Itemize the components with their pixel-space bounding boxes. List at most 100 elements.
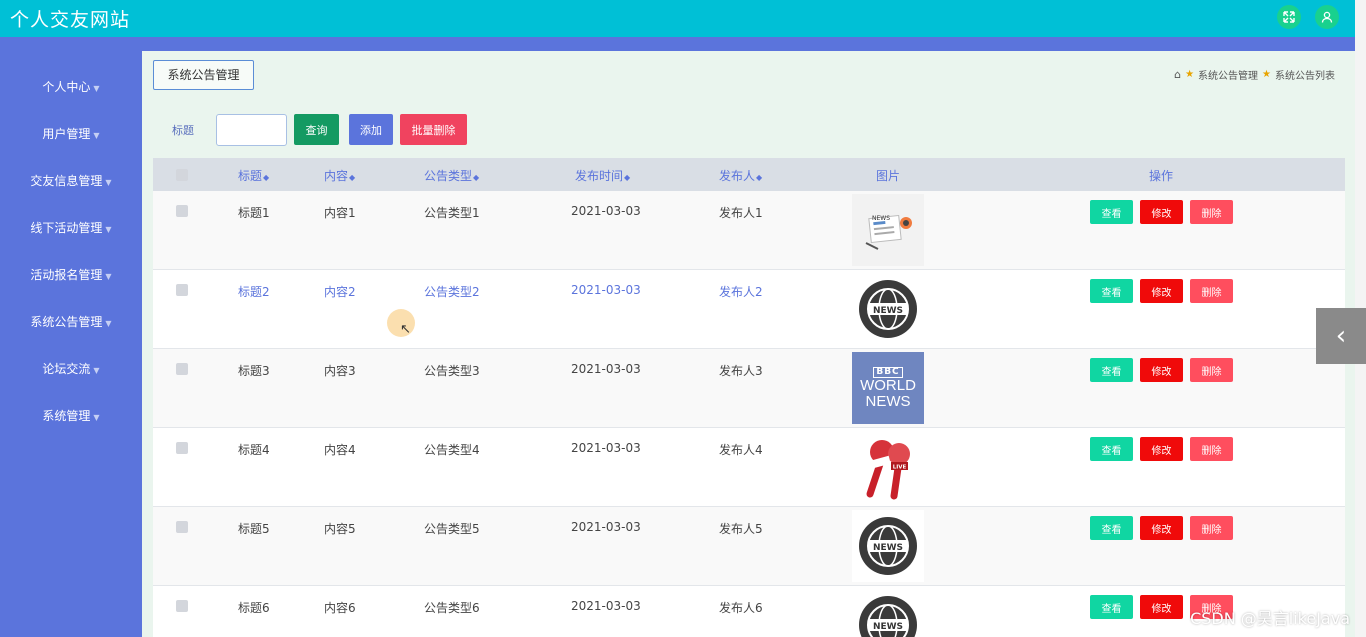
cell-publisher: 发布人1 (719, 206, 763, 220)
cell-content: 内容3 (324, 364, 356, 378)
view-button[interactable]: 查看 (1090, 200, 1133, 224)
sidebar-item-dating-info[interactable]: 交友信息管理 ▼ (0, 170, 142, 192)
delete-button[interactable]: 删除 (1190, 200, 1233, 224)
logo-text: WORLD (860, 376, 916, 394)
sidebar-item-offline-activities[interactable]: 线下活动管理 ▼ (0, 217, 142, 239)
news-text: NEWS (873, 543, 903, 553)
caret-down-icon: ▼ (105, 225, 112, 234)
edit-button[interactable]: 修改 (1140, 358, 1183, 382)
edit-button[interactable]: 修改 (1140, 200, 1183, 224)
cell-type: 公告类型4 (424, 443, 480, 457)
row-checkbox[interactable] (176, 600, 188, 612)
edit-button[interactable]: 修改 (1140, 595, 1183, 619)
column-header-content[interactable]: 内容◆ (324, 167, 355, 184)
cell-time: 2021-03-03 (571, 520, 641, 534)
star-icon: ★ (1185, 69, 1195, 80)
delete-button[interactable]: 删除 (1190, 437, 1233, 461)
sidebar-item-label: 线下活动管理 (30, 221, 103, 235)
cell-publisher: 发布人2 (719, 285, 763, 299)
column-label: 发布人 (719, 169, 756, 183)
table-row: 标题3 内容3 公告类型3 2021-03-03 发布人3 BBC WORLD … (153, 349, 1345, 428)
column-header-title[interactable]: 标题◆ (238, 167, 269, 184)
view-button[interactable]: 查看 (1090, 437, 1133, 461)
star-icon: ★ (1262, 69, 1271, 80)
sidebar-item-forum[interactable]: 论坛交流 ▼ (0, 358, 142, 380)
cell-type: 公告类型6 (424, 601, 480, 615)
caret-down-icon: ▼ (105, 272, 112, 281)
bulk-delete-button[interactable]: 批量删除 (400, 114, 467, 145)
microphone-icon: LIVE (852, 431, 924, 503)
main-content: 系统公告管理 ⌂ ★ 系统公告管理 ★ 系统公告列表 标题 查询 添加 批量删除… (142, 51, 1355, 637)
cell-time: 2021-03-03 (571, 362, 641, 376)
news-globe-icon: NEWS (852, 510, 924, 582)
cell-publisher: 发布人3 (719, 364, 763, 378)
sidebar-item-label: 用户管理 (42, 127, 91, 141)
breadcrumb-item[interactable]: 系统公告管理 (1198, 67, 1258, 82)
cell-content: 内容1 (324, 206, 356, 220)
add-button[interactable]: 添加 (349, 114, 393, 145)
title-search-input[interactable] (216, 114, 287, 146)
column-header-time[interactable]: 发布时间◆ (575, 167, 630, 184)
table-row: 标题2 内容2 公告类型2 2021-03-03 发布人2 NEWS 查看 修改… (153, 270, 1345, 349)
row-checkbox[interactable] (176, 205, 188, 217)
sort-icon: ◆ (756, 173, 763, 182)
sidebar-item-label: 活动报名管理 (30, 268, 103, 282)
cell-publisher: 发布人6 (719, 601, 763, 615)
user-icon[interactable] (1315, 5, 1339, 29)
bbc-news-logo: BBC WORLD NEWS (852, 352, 924, 424)
news-text: NEWS (873, 306, 903, 316)
sidebar-item-personal-center[interactable]: 个人中心 ▼ (0, 76, 142, 98)
column-header-actions: 操作 (1149, 169, 1174, 183)
announcement-table: 标题◆ 内容◆ 公告类型◆ 发布时间◆ 发布人◆ 图片 操作 标题1 内容1 公… (153, 158, 1345, 637)
cell-type: 公告类型1 (424, 206, 480, 220)
edit-button[interactable]: 修改 (1140, 437, 1183, 461)
table-header: 标题◆ 内容◆ 公告类型◆ 发布时间◆ 发布人◆ 图片 操作 (153, 158, 1345, 191)
column-header-type[interactable]: 公告类型◆ (424, 167, 479, 184)
cell-content: 内容4 (324, 443, 356, 457)
cell-title: 标题6 (238, 601, 270, 615)
header-strip (0, 37, 1355, 51)
caret-down-icon: ▼ (93, 131, 100, 140)
table-row: 标题1 内容1 公告类型1 2021-03-03 发布人1 NEWS 查看 修改 (153, 191, 1345, 270)
home-icon[interactable]: ⌂ (1174, 68, 1181, 81)
table-row: 标题6 内容6 公告类型6 2021-03-03 发布人6 NEWS 查看 修改… (153, 586, 1345, 637)
delete-button[interactable]: 删除 (1190, 279, 1233, 303)
sort-icon: ◆ (263, 173, 270, 182)
column-header-publisher[interactable]: 发布人◆ (719, 167, 762, 184)
row-checkbox[interactable] (176, 442, 188, 454)
sort-icon: ◆ (624, 173, 631, 182)
select-all-checkbox[interactable] (176, 169, 188, 181)
news-globe-icon: NEWS (852, 273, 924, 345)
news-text: NEWS (873, 622, 903, 632)
column-label: 公告类型 (424, 169, 473, 183)
sidebar-item-announcements[interactable]: 系统公告管理 ▼ (0, 311, 142, 333)
cell-content: 内容5 (324, 522, 356, 536)
sidebar-item-activity-signup[interactable]: 活动报名管理 ▼ (0, 264, 142, 286)
view-button[interactable]: 查看 (1090, 595, 1133, 619)
news-text: NEWS (872, 215, 890, 222)
row-checkbox[interactable] (176, 521, 188, 533)
sidebar-item-users[interactable]: 用户管理 ▼ (0, 123, 142, 145)
column-label: 内容 (324, 169, 349, 183)
search-label: 标题 (172, 124, 194, 137)
sidebar-item-label: 系统管理 (42, 409, 91, 423)
view-button[interactable]: 查看 (1090, 358, 1133, 382)
delete-button[interactable]: 删除 (1190, 358, 1233, 382)
cell-time: 2021-03-03 (571, 599, 641, 613)
query-button[interactable]: 查询 (294, 114, 339, 145)
sidebar-item-system[interactable]: 系统管理 ▼ (0, 405, 142, 427)
delete-button[interactable]: 删除 (1190, 516, 1233, 540)
expand-icon[interactable] (1277, 5, 1301, 29)
edit-button[interactable]: 修改 (1140, 279, 1183, 303)
table-row: 标题5 内容5 公告类型5 2021-03-03 发布人5 NEWS 查看 修改… (153, 507, 1345, 586)
row-checkbox[interactable] (176, 363, 188, 375)
column-label: 发布时间 (575, 169, 624, 183)
chevron-left-icon[interactable]: ‹ (1316, 308, 1366, 364)
caret-down-icon: ▼ (93, 84, 100, 93)
sidebar-item-label: 系统公告管理 (30, 315, 103, 329)
view-button[interactable]: 查看 (1090, 516, 1133, 540)
row-checkbox[interactable] (176, 284, 188, 296)
edit-button[interactable]: 修改 (1140, 516, 1183, 540)
cell-time: 2021-03-03 (571, 441, 641, 455)
view-button[interactable]: 查看 (1090, 279, 1133, 303)
